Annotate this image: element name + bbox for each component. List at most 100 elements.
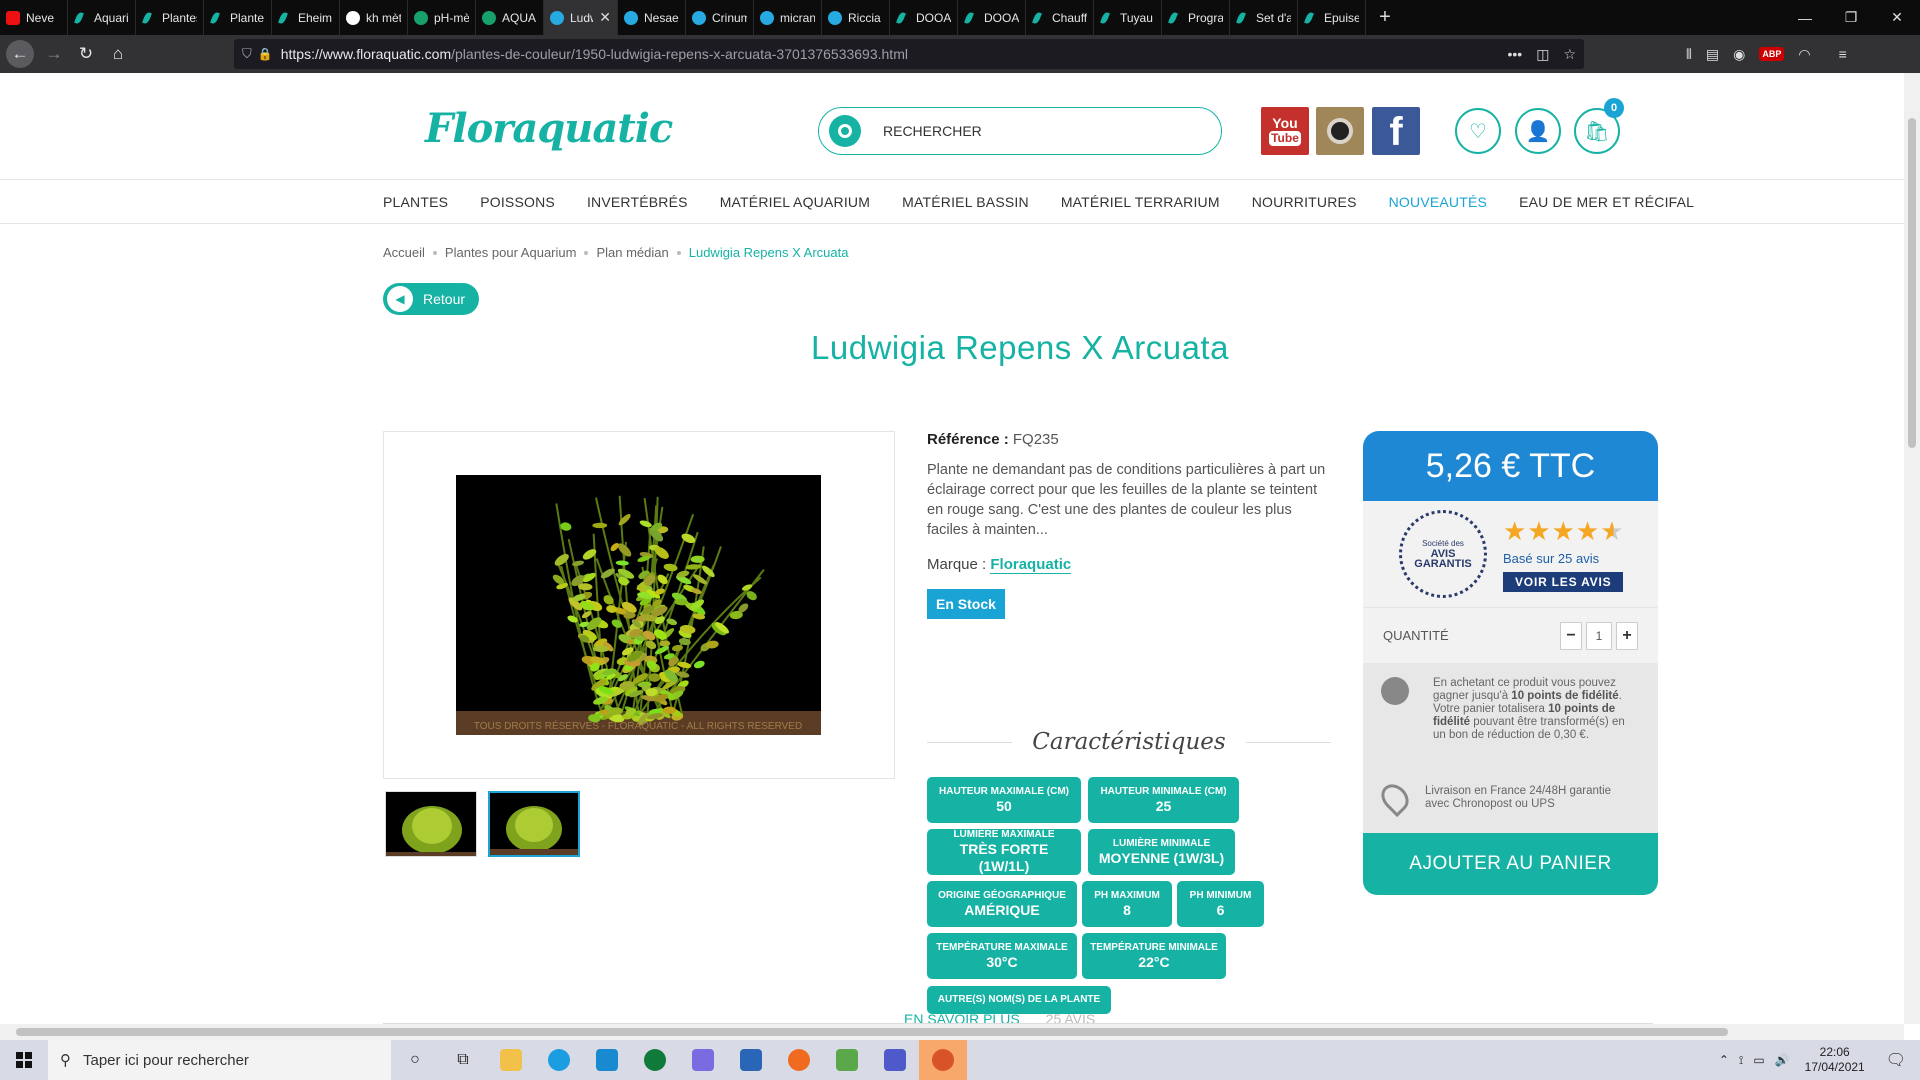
browser-tab[interactable]: Chauffa — [1026, 0, 1094, 35]
floraquatic-icon — [1100, 11, 1114, 25]
reviews-count: Basé sur 25 avis — [1503, 551, 1600, 566]
thumbnail-1[interactable] — [385, 791, 477, 857]
restore-icon[interactable]: ❐ — [1828, 9, 1874, 26]
notepad-icon[interactable] — [823, 1040, 871, 1080]
browser-tab[interactable]: Eheim S — [272, 0, 340, 35]
tab-title: Plante à — [230, 10, 265, 25]
browser-tab[interactable]: Aquariu — [68, 0, 136, 35]
adblock-icon[interactable]: ABP — [1759, 47, 1785, 61]
browser-tab[interactable]: Program — [1162, 0, 1230, 35]
breadcrumb-item[interactable]: Plantes pour Aquarium — [445, 245, 577, 260]
app-chat-icon[interactable] — [679, 1040, 727, 1080]
quantity-input[interactable]: 1 — [1586, 621, 1612, 650]
youtube-icon[interactable]: You Tube — [1261, 107, 1309, 155]
close-icon[interactable]: ✕ — [1874, 9, 1920, 26]
menu-item[interactable]: MATÉRIEL BASSIN — [902, 194, 1029, 210]
app-l-icon[interactable] — [583, 1040, 631, 1080]
extension-icon[interactable]: ◠ — [1798, 46, 1810, 63]
menu-item[interactable]: PLANTES — [383, 194, 448, 210]
browser-tab[interactable]: Epuiset — [1298, 0, 1366, 35]
shield-icon[interactable]: ⛉ — [242, 46, 252, 62]
facebook-icon[interactable]: f — [1372, 107, 1420, 155]
menu-item[interactable]: INVERTÉBRÉS — [587, 194, 688, 210]
file-explorer-icon[interactable] — [487, 1040, 535, 1080]
library-icon[interactable]: ⫴ — [1686, 46, 1692, 63]
add-to-cart-button[interactable]: AJOUTER AU PANIER — [1363, 833, 1658, 895]
instagram-icon[interactable] — [1316, 107, 1364, 155]
clock[interactable]: 22:06 17/04/2021 — [1800, 1045, 1870, 1075]
breadcrumb-item[interactable]: Plan médian — [596, 245, 668, 260]
search-icon[interactable] — [829, 115, 861, 147]
menu-icon[interactable]: ≡ — [1839, 46, 1847, 62]
characteristic-value: MOYENNE (1W/3L) — [1098, 849, 1225, 866]
browser-tab[interactable]: Ludwi ✕ — [544, 0, 618, 35]
taskbar-search[interactable]: ⚲ Taper ici pour rechercher — [48, 1040, 391, 1080]
site-logo[interactable]: Floraquatic — [425, 105, 673, 152]
search-input[interactable]: RECHERCHER — [883, 123, 982, 139]
browser-tab[interactable]: DOOA A — [958, 0, 1026, 35]
taskbar-search-input[interactable]: Taper ici pour rechercher — [83, 1052, 249, 1069]
browser-tab[interactable]: kh mètr — [340, 0, 408, 35]
new-tab-button[interactable]: + — [1366, 0, 1404, 35]
browser-tab[interactable]: Crinum — [686, 0, 754, 35]
browser-tab[interactable]: Plantes — [136, 0, 204, 35]
menu-item[interactable]: NOUVEAUTÉS — [1389, 194, 1487, 210]
photos-icon[interactable] — [727, 1040, 775, 1080]
browser-tab[interactable]: Nesaea — [618, 0, 686, 35]
edge-icon[interactable] — [535, 1040, 583, 1080]
minimize-icon[interactable]: — — [1782, 10, 1828, 26]
forward-arrow-icon[interactable]: → — [38, 39, 70, 69]
menu-item[interactable]: POISSONS — [480, 194, 555, 210]
browser-tab[interactable]: Plante à — [204, 0, 272, 35]
cortana-icon[interactable]: ○ — [391, 1040, 439, 1080]
browser-tab[interactable]: pH-mèt — [408, 0, 476, 35]
user-account-icon[interactable]: 👤 — [1515, 108, 1561, 154]
browser-tab[interactable]: Set d'aé — [1230, 0, 1298, 35]
teams-icon[interactable] — [871, 1040, 919, 1080]
app-orange-icon[interactable] — [919, 1040, 967, 1080]
more-actions-icon[interactable]: ••• — [1507, 46, 1522, 63]
address-bar[interactable]: ⛉ 🔒 https://www.floraquatic.com /plantes… — [234, 39, 1584, 69]
home-icon[interactable]: ⌂ — [102, 39, 134, 69]
back-arrow-icon[interactable]: ← — [6, 40, 34, 68]
menu-item[interactable]: EAU DE MER ET RÉCIFAL — [1519, 194, 1694, 210]
bookmark-star-icon[interactable]: ☆ — [1563, 46, 1576, 63]
battery-icon[interactable]: ▭ — [1753, 1053, 1764, 1067]
sidebar-icon[interactable]: ▤ — [1706, 46, 1719, 63]
browser-tab[interactable]: DOOA A — [890, 0, 958, 35]
brand-link[interactable]: Floraquatic — [990, 556, 1072, 574]
see-reviews-button[interactable]: VOIR LES AVIS — [1503, 572, 1624, 592]
browser-tab[interactable]: Tuyau à — [1094, 0, 1162, 35]
firefox-icon[interactable] — [775, 1040, 823, 1080]
browser-tab[interactable]: Neve — [0, 0, 68, 35]
lock-icon[interactable]: 🔒 — [258, 47, 273, 61]
pocket-icon[interactable]: ◫ — [1536, 46, 1549, 63]
volume-icon[interactable]: 🔊 — [1775, 1053, 1790, 1067]
product-image[interactable]: TOUS DROITS RÉSERVÉS - FLORAQUATIC - ALL… — [456, 475, 821, 735]
reload-icon[interactable]: ↻ — [70, 39, 102, 69]
notifications-icon[interactable]: 🗨 — [1880, 1050, 1912, 1070]
windows-start-icon[interactable] — [0, 1040, 48, 1080]
decrease-quantity-button[interactable]: − — [1560, 621, 1582, 650]
browser-tab[interactable]: AQUA S — [476, 0, 544, 35]
search-bar[interactable]: RECHERCHER — [818, 107, 1222, 155]
vertical-scrollbar[interactable] — [1904, 73, 1920, 1024]
menu-item[interactable]: MATÉRIEL TERRARIUM — [1061, 194, 1220, 210]
thumbnail-2[interactable] — [488, 791, 580, 857]
back-button[interactable]: ◀ Retour — [383, 283, 479, 315]
wishlist-heart-icon[interactable]: ♡ — [1455, 108, 1501, 154]
breadcrumb-item[interactable]: Accueil — [383, 245, 425, 260]
close-tab-icon[interactable]: ✕ — [599, 9, 611, 26]
breadcrumb-separator — [432, 250, 437, 255]
browser-tab[interactable]: Riccia Fl — [822, 0, 890, 35]
horizontal-scrollbar[interactable] — [0, 1024, 1904, 1040]
account-icon[interactable]: ◉ — [1733, 46, 1745, 63]
network-icon[interactable]: ⟟ — [1739, 1053, 1743, 1068]
browser-tab[interactable]: micrant — [754, 0, 822, 35]
increase-quantity-button[interactable]: + — [1616, 621, 1638, 650]
menu-item[interactable]: NOURRITURES — [1252, 194, 1357, 210]
task-view-icon[interactable]: ⧉ — [439, 1040, 487, 1080]
chevron-up-icon[interactable]: ⌃ — [1719, 1053, 1729, 1067]
menu-item[interactable]: MATÉRIEL AQUARIUM — [720, 194, 870, 210]
app-green-icon[interactable] — [631, 1040, 679, 1080]
